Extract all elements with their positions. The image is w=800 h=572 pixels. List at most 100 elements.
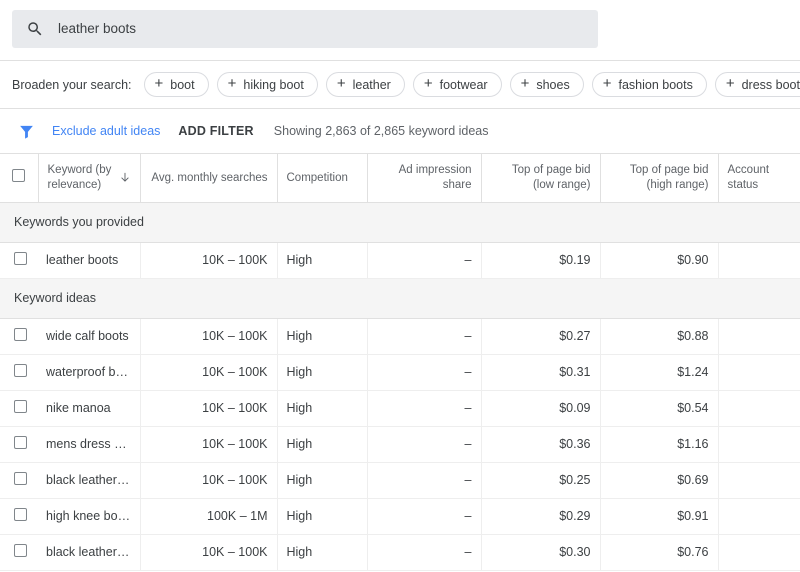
broaden-chip-5[interactable]: + fashion boots	[592, 72, 707, 97]
row-checkbox[interactable]	[14, 400, 27, 413]
cell-top-bid-low: $0.19	[481, 242, 600, 278]
broaden-chip-label: footwear	[440, 78, 488, 92]
broaden-chip-3[interactable]: + footwear	[413, 72, 502, 97]
column-header-keyword-label: Keyword (by relevance)	[48, 163, 114, 192]
row-select-cell	[0, 242, 38, 278]
column-header-avg-monthly-searches[interactable]: Avg. monthly searches	[140, 154, 277, 202]
cell-top-bid-low: $0.27	[481, 318, 600, 354]
broaden-chip-4[interactable]: + shoes	[510, 72, 584, 97]
cell-ad-impression-share: –	[367, 354, 481, 390]
column-header-top-bid-low[interactable]: Top of page bid (low range)	[481, 154, 600, 202]
row-checkbox[interactable]	[14, 472, 27, 485]
column-header-account-status[interactable]: Account status	[718, 154, 800, 202]
row-checkbox[interactable]	[14, 364, 27, 377]
broaden-chip-label: fashion boots	[618, 78, 692, 92]
cell-avg-monthly-searches: 10K – 100K	[140, 534, 277, 570]
table-row[interactable]: wide calf boots 10K – 100K High – $0.27 …	[0, 318, 800, 354]
table-row[interactable]: mens dress boots 10K – 100K High – $0.36…	[0, 426, 800, 462]
cell-keyword[interactable]: leather boots	[38, 242, 140, 278]
cell-top-bid-high: $1.24	[600, 354, 718, 390]
select-all-checkbox[interactable]	[12, 169, 25, 182]
row-checkbox[interactable]	[14, 544, 27, 557]
cell-avg-monthly-searches: 10K – 100K	[140, 462, 277, 498]
plus-icon: +	[228, 76, 237, 91]
plus-icon: +	[155, 76, 164, 91]
cell-avg-monthly-searches: 10K – 100K	[140, 390, 277, 426]
cell-keyword[interactable]: nike manoa	[38, 390, 140, 426]
broaden-chip-6[interactable]: + dress boots	[715, 72, 800, 97]
cell-avg-monthly-searches: 10K – 100K	[140, 318, 277, 354]
column-header-keyword[interactable]: Keyword (by relevance)	[38, 154, 140, 202]
row-checkbox[interactable]	[14, 252, 27, 265]
filter-funnel-icon[interactable]	[18, 123, 35, 140]
cell-keyword[interactable]: high knee boots	[38, 498, 140, 534]
column-header-ad-impression-share[interactable]: Ad impression share	[367, 154, 481, 202]
table-row[interactable]: black leather an… 10K – 100K High – $0.3…	[0, 534, 800, 570]
cell-keyword[interactable]: wide calf boots	[38, 318, 140, 354]
cell-avg-monthly-searches: 100K – 1M	[140, 498, 277, 534]
broaden-chip-2[interactable]: + leather	[326, 72, 405, 97]
table-row[interactable]: nike manoa 10K – 100K High – $0.09 $0.54	[0, 390, 800, 426]
broaden-chip-0[interactable]: + boot	[144, 72, 209, 97]
plus-icon: +	[603, 76, 612, 91]
broaden-chip-label: hiking boot	[243, 78, 303, 92]
select-all-header	[0, 154, 38, 202]
cell-ad-impression-share: –	[367, 390, 481, 426]
cell-top-bid-high: $0.69	[600, 462, 718, 498]
cell-top-bid-high: $0.91	[600, 498, 718, 534]
column-header-top-bid-high[interactable]: Top of page bid (high range)	[600, 154, 718, 202]
broaden-chip-label: dress boots	[742, 78, 800, 92]
cell-top-bid-high: $0.90	[600, 242, 718, 278]
section-title: Keyword ideas	[0, 278, 800, 318]
cell-account-status	[718, 390, 800, 426]
plus-icon: +	[726, 76, 735, 91]
cell-keyword[interactable]: waterproof boots	[38, 354, 140, 390]
exclude-adult-ideas-link[interactable]: Exclude adult ideas	[52, 124, 160, 138]
cell-competition: High	[277, 354, 367, 390]
cell-top-bid-low: $0.09	[481, 390, 600, 426]
table-row[interactable]: leather boots 10K – 100K High – $0.19 $0…	[0, 242, 800, 278]
cell-top-bid-low: $0.29	[481, 498, 600, 534]
column-header-competition[interactable]: Competition	[277, 154, 367, 202]
broaden-chip-label: boot	[170, 78, 194, 92]
keyword-ideas-table: Keyword (by relevance) Avg. monthly sear…	[0, 154, 800, 571]
results-count-label: Showing 2,863 of 2,865 keyword ideas	[274, 124, 489, 138]
cell-competition: High	[277, 426, 367, 462]
cell-keyword[interactable]: black leather an…	[38, 534, 140, 570]
sort-arrow-down-icon[interactable]	[118, 171, 131, 184]
row-select-cell	[0, 390, 38, 426]
section-header-row: Keywords you provided	[0, 202, 800, 242]
table-row[interactable]: high knee boots 100K – 1M High – $0.29 $…	[0, 498, 800, 534]
cell-account-status	[718, 242, 800, 278]
table-row[interactable]: waterproof boots 10K – 100K High – $0.31…	[0, 354, 800, 390]
cell-top-bid-low: $0.31	[481, 354, 600, 390]
row-select-cell	[0, 498, 38, 534]
cell-account-status	[718, 534, 800, 570]
row-checkbox[interactable]	[14, 328, 27, 341]
broaden-chip-label: shoes	[536, 78, 569, 92]
table-header-row: Keyword (by relevance) Avg. monthly sear…	[0, 154, 800, 202]
row-checkbox[interactable]	[14, 436, 27, 449]
cell-avg-monthly-searches: 10K – 100K	[140, 242, 277, 278]
cell-ad-impression-share: –	[367, 462, 481, 498]
row-select-cell	[0, 462, 38, 498]
cell-keyword[interactable]: black leather bo…	[38, 462, 140, 498]
row-checkbox[interactable]	[14, 508, 27, 521]
plus-icon: +	[521, 76, 530, 91]
add-filter-button[interactable]: ADD FILTER	[178, 124, 253, 138]
broaden-search-label: Broaden your search:	[12, 78, 132, 92]
table-row[interactable]: black leather bo… 10K – 100K High – $0.2…	[0, 462, 800, 498]
cell-ad-impression-share: –	[367, 426, 481, 462]
cell-ad-impression-share: –	[367, 242, 481, 278]
broaden-chip-1[interactable]: + hiking boot	[217, 72, 318, 97]
section-title: Keywords you provided	[0, 202, 800, 242]
cell-competition: High	[277, 534, 367, 570]
row-select-cell	[0, 426, 38, 462]
cell-ad-impression-share: –	[367, 534, 481, 570]
cell-top-bid-low: $0.30	[481, 534, 600, 570]
cell-top-bid-low: $0.25	[481, 462, 600, 498]
search-input[interactable]: leather boots	[12, 10, 598, 48]
cell-keyword[interactable]: mens dress boots	[38, 426, 140, 462]
plus-icon: +	[424, 76, 433, 91]
cell-account-status	[718, 498, 800, 534]
